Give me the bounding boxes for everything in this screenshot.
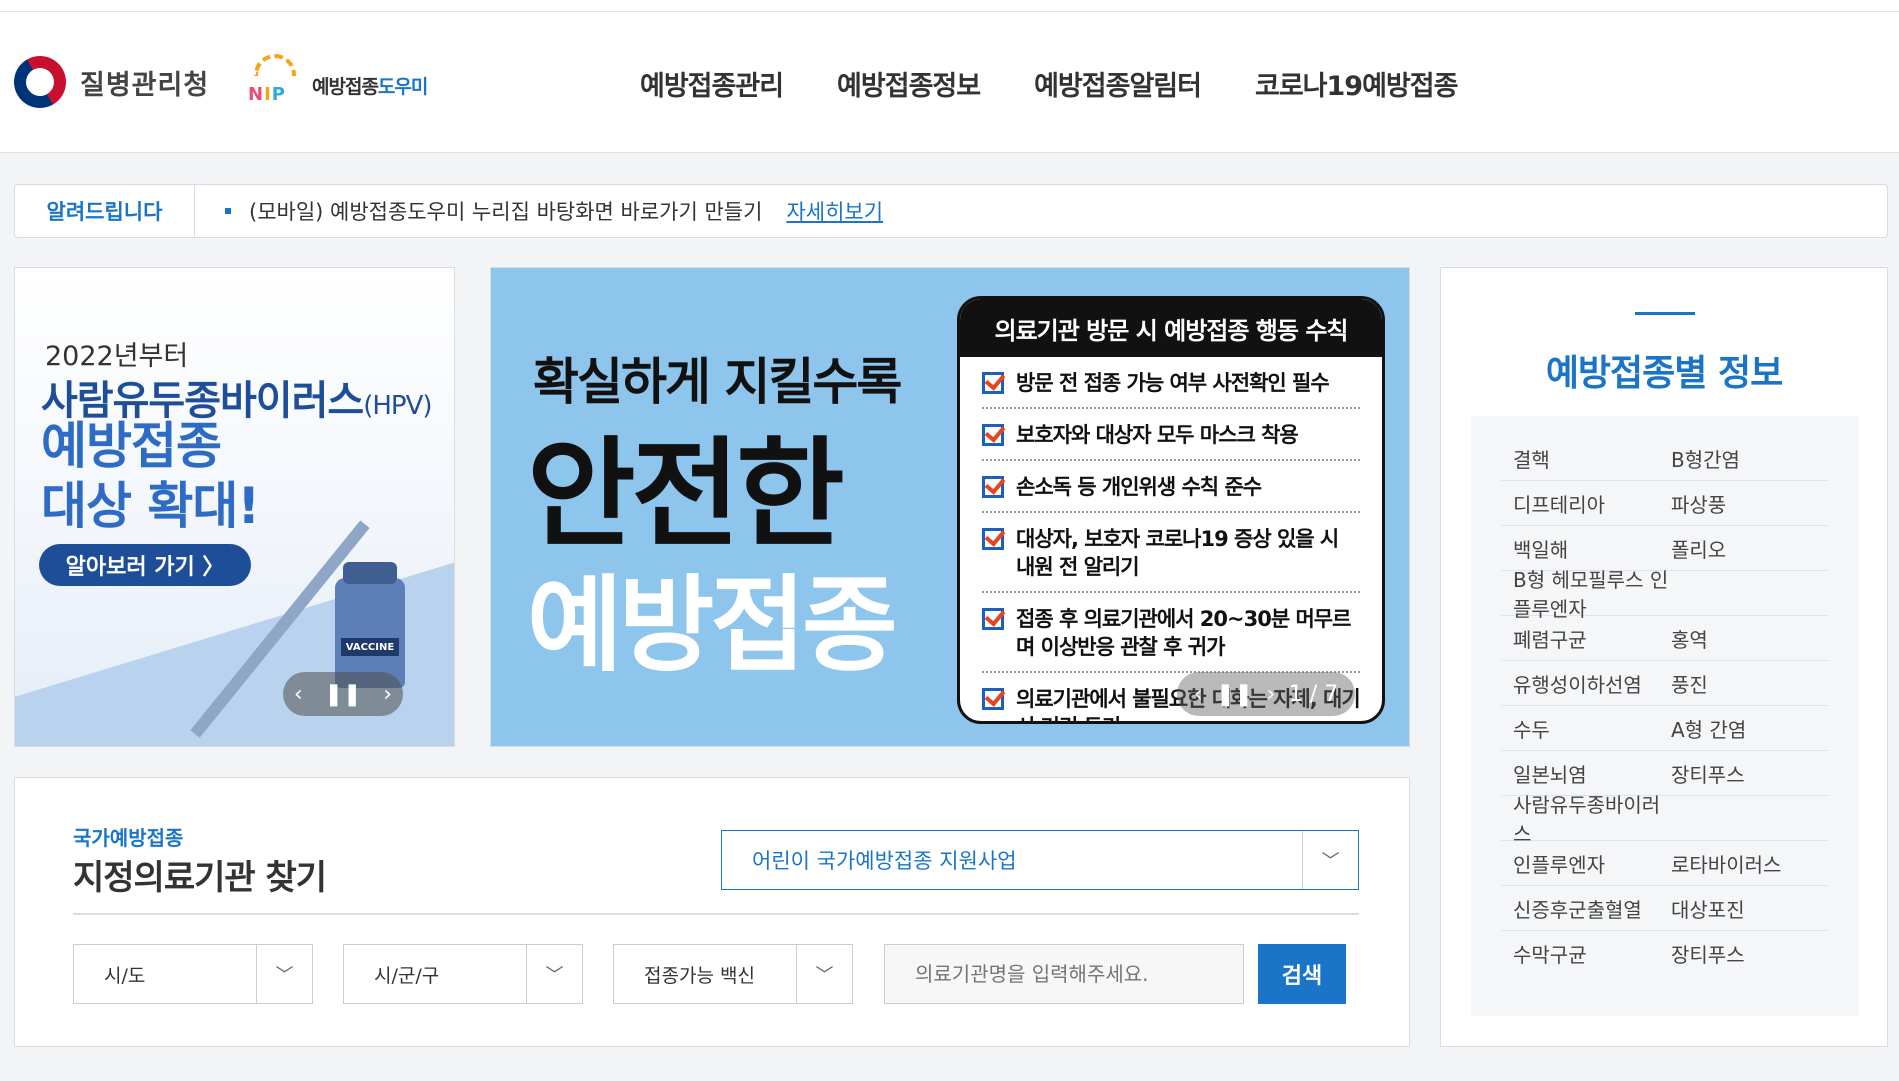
kdca-logo[interactable]: 질병관리청 [4,46,210,118]
slide-pager: 1 / 7 [1288,681,1339,707]
checkbox-icon [982,476,1004,498]
next-icon[interactable]: › [383,682,392,707]
list-item: 폐렴구균 홍역 [1501,616,1829,661]
search-button[interactable]: 검색 [1258,944,1346,1004]
site-header: 질병관리청 NIP 예방접종도우미 예방접종관리 예방접종정보 예방접종알림터 … [0,12,1899,153]
vaccine-select[interactable]: 접종가능 백신 ﹀ [613,944,853,1004]
sido-select[interactable]: 시/도 ﹀ [73,944,313,1004]
rule-item: 방문 전 접종 가능 여부 사전확인 필수 [982,357,1360,409]
chevron-down-icon[interactable]: ﹀ [526,945,582,1003]
main-nav: 예방접종관리 예방접종정보 예방접종알림터 코로나19예방접종 [640,64,1458,103]
divider [73,913,1359,915]
list-item: 수막구균 장티푸스 [1513,943,1745,967]
next-icon[interactable]: › [1266,682,1275,707]
nav-vaccination-info[interactable]: 예방접종정보 [837,64,981,103]
checkbox-icon [982,424,1004,446]
chevron-down-icon[interactable]: ﹀ [1302,831,1358,889]
safe-slider-controls: ‹ ❚❚ › 1 / 7 [1177,672,1355,716]
list-item: 인플루엔자 로타바이러스 [1501,841,1829,886]
pause-icon[interactable]: ❚❚ [325,682,362,707]
agency-name: 질병관리청 [80,69,210,101]
nip-sun-icon: NIP [244,54,306,116]
find-clinic-panel: 국가예방접종 지정의료기관 찾기 어린이 국가예방접종 지원사업 ﹀ 시/도 ﹀… [14,777,1410,1047]
notice-tag: 알려드립니다 [15,185,195,237]
prev-icon[interactable]: ‹ [1194,682,1203,707]
checkbox-icon [982,528,1004,550]
hpv-subtitle: 예방접종 대상 확대! [41,417,260,535]
checkbox-icon [982,688,1004,710]
list-item: 수두 A형 간염 [1501,706,1829,751]
nav-vaccination-notice[interactable]: 예방접종알림터 [1034,64,1202,103]
rule-item: 손소독 등 개인위생 수칙 준수 [982,461,1360,513]
rules-card-title: 의료기관 방문 시 예방접종 행동 수칙 [960,299,1382,357]
hpv-banner[interactable]: 2022년부터 사람유두종바이러스(HPV) 예방접종 대상 확대! 알아보러 가… [14,267,455,747]
list-item: 사람유두종바이러스 [1501,793,1829,846]
nav-covid19-vaccination[interactable]: 코로나19예방접종 [1255,64,1458,103]
find-subtitle: 국가예방접종 [73,826,184,850]
list-item: 신증후군출혈열 대상포진 [1501,886,1829,931]
list-item: 디프테리아 파상풍 [1501,481,1829,526]
rules-card: 의료기관 방문 시 예방접종 행동 수칙 방문 전 접종 가능 여부 사전확인 … [957,296,1385,724]
nav-vaccination-management[interactable]: 예방접종관리 [640,64,784,103]
rule-item: 대상자, 보호자 코로나19 증상 있을 시 내원 전 알리기 [982,513,1360,593]
list-item: 결핵 B형간염 [1501,436,1829,481]
sigungu-select[interactable]: 시/군/구 ﹀ [343,944,583,1004]
hpv-learn-more-button[interactable]: 알아보러 가기 〉 [39,544,251,586]
program-select[interactable]: 어린이 국가예방접종 지원사업 ﹀ [721,830,1359,890]
safe-vaccination-banner[interactable]: 확실하게 지킬수록 안전한 예방접종 의료기관 방문 시 예방접종 행동 수칙 … [490,267,1410,747]
clinic-name-input[interactable] [884,944,1244,1004]
pause-icon[interactable]: ❚❚ [1216,682,1253,707]
rule-item: 접종 후 의료기관에서 20~30분 머무르며 이상반응 관찰 후 귀가 [982,593,1360,673]
bullet-icon [225,208,231,214]
top-strip [0,0,1899,12]
chevron-down-icon[interactable]: ﹀ [796,945,852,1003]
notice-message[interactable]: (모바일) 예방접종도우미 누리집 바탕화면 바로가기 만들기 [249,196,762,226]
notice-more-link[interactable]: 자세히보기 [786,196,883,226]
chevron-down-icon[interactable]: ﹀ [256,945,312,1003]
list-item: B형 헤모필루스 인플루엔자 [1501,568,1829,621]
vaccine-list: 결핵 B형간염 디프테리아 파상풍 백일해 폴리오 B형 헤모필루스 인플루엔자 폐렴… [1471,416,1859,1016]
checkbox-icon [982,608,1004,630]
title-accent-bar [1635,312,1695,315]
taegeuk-emblem-icon [4,46,76,118]
notice-bar: 알려드립니다 (모바일) 예방접종도우미 누리집 바탕화면 바로가기 만들기 자… [14,184,1888,238]
checkbox-icon [982,372,1004,394]
hpv-slider-controls: ‹ ❚❚ › [283,672,403,716]
nip-logo[interactable]: NIP 예방접종도우미 [244,54,428,116]
rule-item: 보호자와 대상자 모두 마스크 착용 [982,409,1360,461]
nip-title: 예방접종도우미 [312,75,428,98]
safe-line3: 예방접종 [527,564,898,686]
nip-letters: NIP [248,84,286,105]
vaccine-info-panel: 예방접종별 정보 결핵 B형간염 디프테리아 파상풍 백일해 폴리오 B형 헤모필루스… [1440,267,1888,1047]
list-item: 유행성이하선염 풍진 [1501,661,1829,706]
prev-icon[interactable]: ‹ [294,682,303,707]
find-title: 지정의료기관 찾기 [73,858,327,898]
vaccine-info-title: 예방접종별 정보 [1545,353,1783,394]
